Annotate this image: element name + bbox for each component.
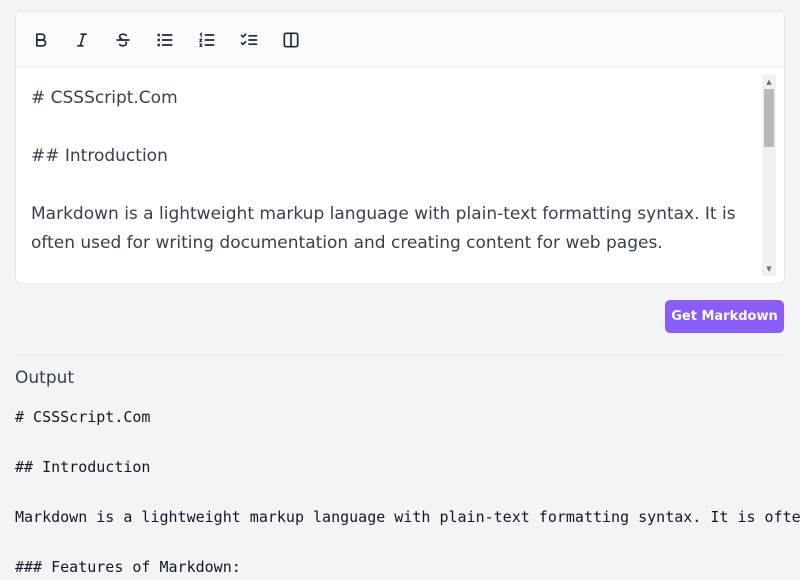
scroll-down-arrow-icon[interactable]: ▼ bbox=[762, 262, 776, 276]
strikethrough-icon bbox=[116, 33, 130, 47]
bold-icon bbox=[36, 33, 47, 47]
editor-scrollbar[interactable]: ▲ ▼ bbox=[762, 75, 776, 276]
section-divider bbox=[15, 355, 784, 356]
split-view-icon bbox=[283, 32, 299, 48]
output-heading: Output bbox=[15, 368, 75, 388]
task-list-icon bbox=[240, 33, 258, 46]
task-list-button[interactable] bbox=[234, 26, 264, 54]
strikethrough-button[interactable] bbox=[108, 26, 138, 54]
italic-button[interactable] bbox=[67, 26, 97, 54]
scroll-up-arrow-icon[interactable]: ▲ bbox=[762, 75, 776, 89]
split-view-button[interactable] bbox=[276, 26, 306, 54]
markdown-editor: # CSSScript.Com ## Introduction Markdown… bbox=[15, 11, 785, 284]
ordered-list-icon bbox=[198, 31, 215, 47]
bullet-list-button[interactable] bbox=[150, 26, 180, 54]
editor-line: Markdown is a lightweight markup languag… bbox=[31, 204, 736, 253]
output-text: # CSSScript.Com ## Introduction Markdown… bbox=[15, 408, 800, 576]
italic-icon bbox=[77, 33, 87, 47]
editor-content[interactable]: # CSSScript.Com ## Introduction Markdown… bbox=[16, 68, 762, 283]
bold-button[interactable] bbox=[26, 26, 56, 54]
editor-line: ## Introduction bbox=[31, 146, 168, 166]
editor-line: # CSSScript.Com bbox=[31, 88, 178, 108]
editor-toolbar bbox=[16, 12, 784, 68]
bullet-list-icon bbox=[157, 33, 173, 47]
get-markdown-button[interactable]: Get Markdown bbox=[665, 300, 784, 333]
ordered-list-button[interactable] bbox=[192, 26, 222, 54]
scrollbar-thumb[interactable] bbox=[764, 89, 774, 147]
